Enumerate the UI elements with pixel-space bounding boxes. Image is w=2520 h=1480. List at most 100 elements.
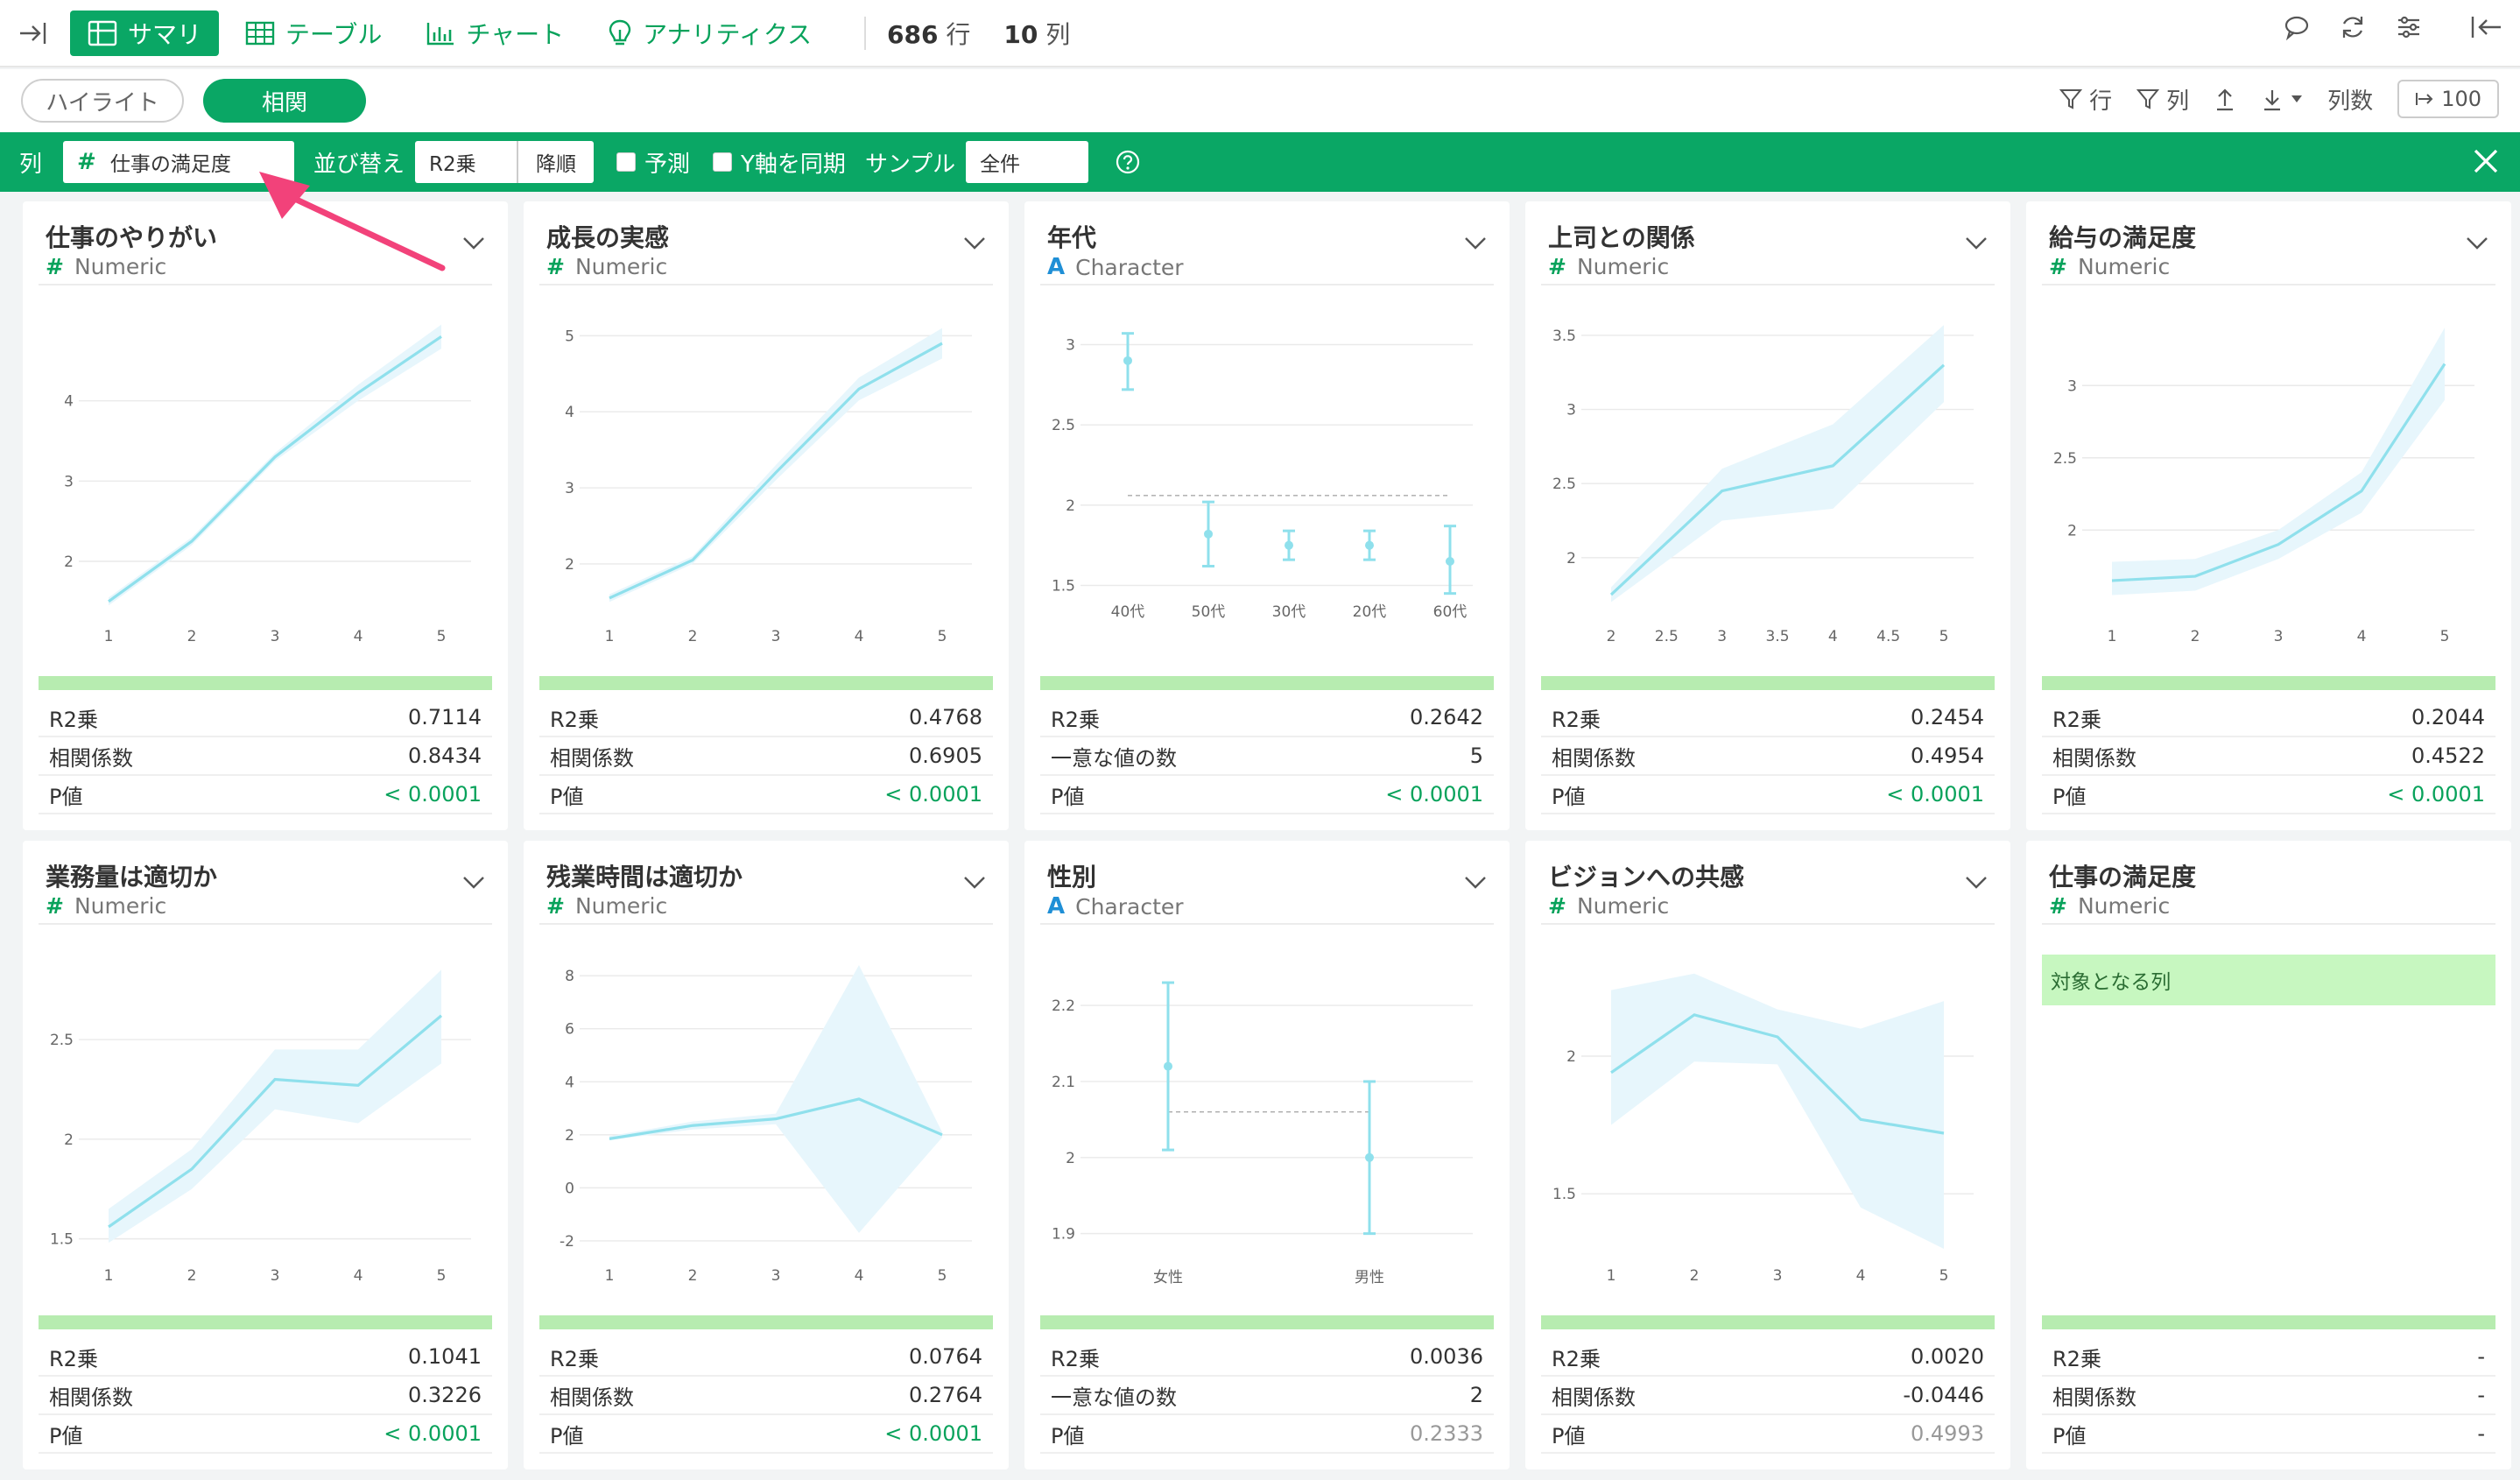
stat-row: R2乗 0.4768 [539,699,993,737]
card-divider [539,284,993,285]
stat-row: 相関係数 0.2764 [539,1377,993,1415]
row-count: 686 行 [887,19,971,49]
chevron-down-icon[interactable] [2466,236,2488,250]
comment-icon[interactable] [2284,14,2310,40]
stat-row: P値 0.2333 [1040,1415,1494,1454]
stat-label: R2乗 [49,1346,98,1371]
x-tick-label: 2 [187,628,197,645]
card-title: 仕事のやりがい [46,223,218,252]
sort-field-select[interactable]: R2乗 [415,141,517,183]
tab-analytics[interactable]: アナリティクス [590,11,829,56]
chevron-down-icon[interactable] [1965,236,1988,250]
stat-row: P値 < 0.0001 [539,1415,993,1454]
correlation-button[interactable]: 相関 [203,79,366,123]
collapse-sidebar-icon[interactable] [16,16,51,51]
numeric-type-icon: # [46,893,64,919]
stat-label: 相関係数 [2052,745,2136,771]
upload-icon[interactable] [2214,87,2236,111]
columns-count-input[interactable]: 100 [2397,80,2499,118]
x-tick-label: 3 [2274,628,2284,645]
card-type: # Numeric [1548,254,1669,279]
correlation-card: 仕事の満足度 # Numeric 対象となる列 R2乗 - 相関係数 - P値 - [2026,841,2511,1469]
stat-label: P値 [550,784,584,809]
score-bar [2042,676,2495,690]
refresh-icon[interactable] [2340,14,2366,40]
stat-row: 相関係数 0.6905 [539,737,993,776]
numeric-type-icon: # [1548,254,1566,279]
x-tick-label: 女性 [1153,1269,1183,1286]
stat-value: 0.4954 [1911,744,1984,768]
chevron-down-icon[interactable] [1464,236,1487,250]
checkbox[interactable] [616,152,637,172]
checkbox[interactable] [713,152,733,172]
y-tick-label: -2 [560,1233,574,1251]
stat-value: - [2477,1421,2485,1446]
chevron-down-icon[interactable] [963,876,986,890]
card-type-label: Numeric [74,254,167,279]
collapse-right-icon[interactable] [2469,14,2502,40]
table-icon [245,21,275,45]
filter-column-button[interactable]: 列 [2136,83,2189,116]
sync-y-axis-checkbox[interactable]: Y軸を同期 [713,146,846,179]
close-icon[interactable] [2471,146,2501,176]
tab-summary[interactable]: サマリ [70,10,220,56]
stat-label: 一意な値の数 [1051,745,1177,771]
filter-row-button[interactable]: 行 [2059,83,2112,116]
stat-row: 相関係数 0.4954 [1541,737,1995,776]
card-divider [1040,284,1494,285]
stat-label: P値 [49,1423,83,1448]
x-tick-label: 男性 [1355,1269,1384,1286]
stat-label: R2乗 [1552,707,1601,732]
help-icon[interactable] [1115,149,1141,175]
view-mode-bar: ハイライト 相関 行 列 列数 100 [0,69,2520,132]
card-type: # Numeric [2049,893,2170,919]
target-column-select[interactable]: # 仕事の満足度 [63,141,295,183]
stat-row: P値 < 0.0001 [1541,776,1995,814]
card-type: # Numeric [546,254,667,279]
chevron-down-icon[interactable] [462,236,485,250]
x-tick-label: 5 [938,628,947,645]
mean-point [1164,1061,1172,1071]
bar-chart-icon [427,22,454,45]
predict-checkbox[interactable]: 予測 [616,146,690,179]
stat-label: P値 [2052,784,2087,809]
stat-row: R2乗 0.1041 [39,1338,492,1377]
card-divider [1541,284,1995,285]
highlight-button[interactable]: ハイライト [21,79,184,123]
stat-value: -0.0446 [1903,1383,1984,1407]
character-type-icon: A [1047,893,1066,920]
sort-order-select[interactable]: 降順 [517,141,595,183]
chevron-down-icon[interactable] [462,876,485,890]
chevron-down-icon[interactable] [1464,876,1487,890]
download-menu-button[interactable] [2261,87,2303,111]
stat-row: P値 < 0.0001 [2042,776,2495,814]
card-divider [39,923,492,925]
stat-value: 0.0036 [1410,1344,1483,1369]
tab-table[interactable]: テーブル [228,11,399,56]
tab-chart[interactable]: チャート [408,11,581,56]
stat-value: < 0.0001 [2387,782,2485,807]
correlation-card: 業務量は適切か # Numeric 1.5 2 2.5 1 2 3 4 5 R2乗 0.1041 相関係数… [23,841,508,1469]
score-bar [1040,676,1494,690]
y-tick-label: 2.1 [1052,1074,1075,1091]
stat-label: R2乗 [1051,707,1100,732]
y-tick-label: 4 [565,404,574,421]
chevron-down-icon[interactable] [1965,876,1988,890]
card-type: # Numeric [1548,893,1669,919]
numeric-type-icon: # [46,254,64,279]
stat-label: R2乗 [2052,707,2101,732]
toolbar-divider [864,16,866,50]
card-divider [539,923,993,925]
stat-row: 相関係数 0.4522 [2042,737,2495,776]
x-tick-label: 1 [605,1267,615,1285]
stat-row: R2乗 0.2642 [1040,699,1494,737]
chevron-down-icon[interactable] [963,236,986,250]
stat-row: P値 < 0.0001 [1040,776,1494,814]
x-tick-label: 30代 [1272,603,1306,621]
card-type: # Numeric [46,254,166,279]
stat-label: R2乗 [2052,1346,2101,1371]
settings-sliders-icon[interactable] [2396,14,2422,40]
correlation-chart: 1.9 2 2.1 2.2 女性 男性 [1052,981,1473,1286]
sample-select[interactable]: 全件 [966,141,1089,183]
y-tick-label: 3 [565,480,574,497]
